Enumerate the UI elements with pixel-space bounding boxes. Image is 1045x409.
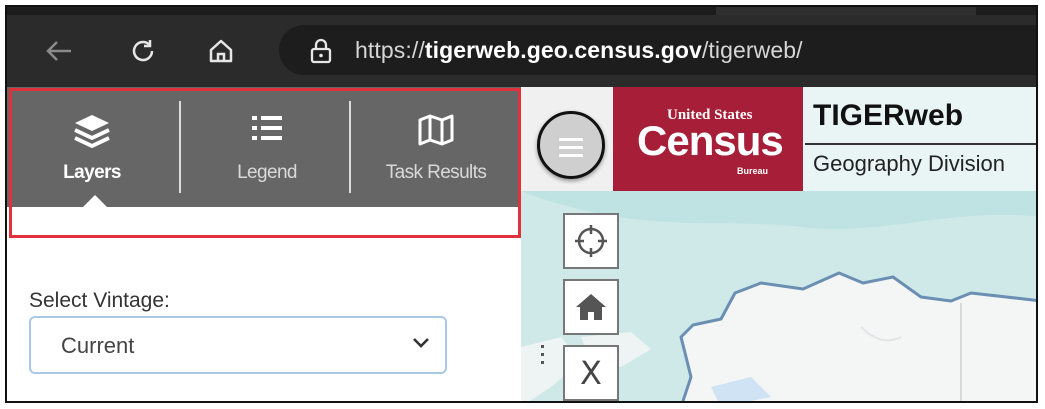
url-path: /tigerweb/: [701, 37, 803, 63]
crosshair-icon: [575, 225, 607, 257]
url-text: https://tigerweb.geo.census.gov/tigerweb…: [355, 37, 803, 64]
vintage-select[interactable]: Current: [29, 316, 447, 374]
tab-legend-label: Legend: [237, 162, 297, 183]
home-icon[interactable]: [205, 35, 237, 67]
back-arrow-icon[interactable]: [43, 35, 75, 67]
tab-layers[interactable]: Layers: [7, 87, 177, 207]
vintage-selected-value: Current: [61, 333, 135, 358]
home-icon: [576, 294, 606, 320]
browser-toolbar: https://tigerweb.geo.census.gov/tigerweb…: [7, 7, 1036, 87]
address-bar[interactable]: https://tigerweb.geo.census.gov/tigerweb…: [279, 25, 1036, 75]
clear-button[interactable]: X: [563, 345, 619, 401]
logo-main-text: Census: [637, 117, 784, 164]
clear-label: X: [580, 354, 602, 392]
active-tab-caret: [83, 195, 107, 207]
url-domain: tigerweb.geo.census.gov: [424, 37, 702, 63]
tab-strip: [7, 7, 1036, 15]
app-subtitle: Geography Division: [813, 151, 1005, 176]
app-title-box: TIGERweb Geography Division: [803, 87, 1036, 191]
layers-icon: [72, 113, 112, 154]
vintage-label: Select Vintage:: [29, 289, 170, 312]
side-panel: Layers Legend Task Results Select Vintag…: [7, 87, 521, 401]
app-title: TIGERweb: [813, 99, 964, 132]
home-extent-button[interactable]: [563, 279, 619, 335]
reload-icon[interactable]: [127, 35, 159, 67]
url-scheme: https://: [355, 37, 425, 63]
tab-legend[interactable]: Legend: [181, 87, 353, 207]
panel-tab-bar: Layers Legend Task Results: [7, 87, 521, 207]
title-divider: [805, 143, 1036, 145]
tab-task-results[interactable]: Task Results: [351, 87, 521, 207]
hamburger-menu-button[interactable]: [537, 111, 605, 179]
census-logo[interactable]: United States Census Bureau: [613, 87, 803, 191]
tab-layers-label: Layers: [63, 162, 121, 183]
map-icon: [417, 113, 455, 152]
map-area[interactable]: United States Census Bureau TIGERweb Geo…: [521, 87, 1036, 401]
locate-button[interactable]: [563, 213, 619, 269]
resize-handle[interactable]: [541, 345, 545, 369]
tab-task-results-label: Task Results: [385, 162, 487, 183]
list-icon: [250, 113, 284, 148]
chevron-down-icon: [411, 336, 431, 355]
lock-icon[interactable]: [309, 38, 333, 69]
screenshot-frame: https://tigerweb.geo.census.gov/tigerweb…: [5, 5, 1038, 403]
logo-bottom-text: Bureau: [737, 166, 769, 176]
hamburger-icon: [559, 138, 583, 162]
